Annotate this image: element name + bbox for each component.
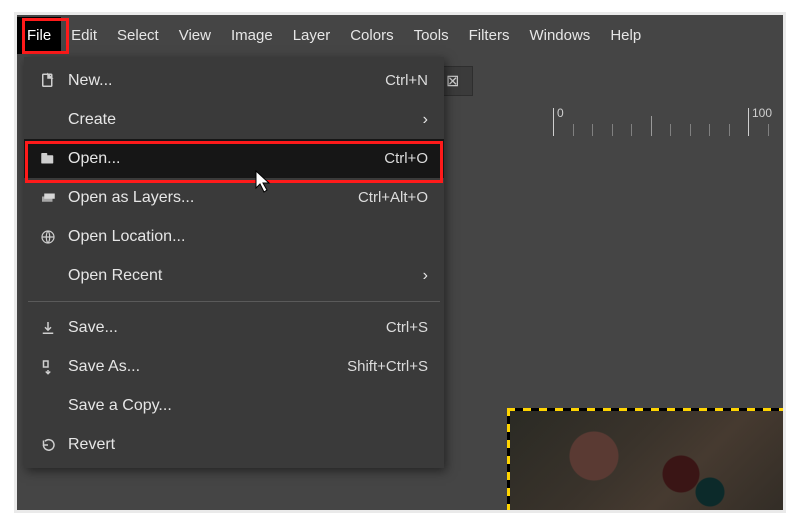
menu-item-label: New... <box>68 72 112 90</box>
menu-help[interactable]: Help <box>600 17 651 54</box>
menu-item-label: Revert <box>68 436 115 454</box>
menu-item-shortcut: Shift+Ctrl+S <box>347 358 428 375</box>
menu-item-save[interactable]: Save... Ctrl+S <box>24 308 444 347</box>
file-new-icon <box>34 72 62 90</box>
menu-file[interactable]: File <box>17 17 61 54</box>
submenu-arrow-icon: › <box>410 111 428 129</box>
menu-item-new[interactable]: New... Ctrl+N <box>24 61 444 100</box>
menu-item-label: Open... <box>68 150 120 168</box>
menu-item-open-location[interactable]: Open Location... <box>24 217 444 256</box>
menu-view[interactable]: View <box>169 17 221 54</box>
menu-select[interactable]: Select <box>107 17 169 54</box>
menu-item-save-copy[interactable]: Save a Copy... <box>24 386 444 425</box>
revert-icon <box>34 436 62 454</box>
menu-item-label: Save... <box>68 319 118 337</box>
menu-item-open-recent[interactable]: Open Recent › <box>24 256 444 295</box>
menu-image[interactable]: Image <box>221 17 283 54</box>
menu-item-label: Open Location... <box>68 228 185 246</box>
menu-item-label: Open Recent <box>68 267 162 285</box>
horizontal-ruler: 0 100 <box>472 108 783 136</box>
menu-item-shortcut: Ctrl+Alt+O <box>358 189 428 206</box>
menu-item-label: Open as Layers... <box>68 189 194 207</box>
menu-item-shortcut: Ctrl+S <box>386 319 428 336</box>
close-icon: ⊠ <box>446 71 459 91</box>
menu-tools[interactable]: Tools <box>404 17 459 54</box>
menubar: File Edit Select View Image Layer Colors… <box>17 15 783 55</box>
menu-layer[interactable]: Layer <box>283 17 341 54</box>
file-menu-dropdown: New... Ctrl+N Create › Open... Ctrl+O Op… <box>24 57 444 468</box>
save-icon <box>34 319 62 337</box>
menu-item-label: Save As... <box>68 358 140 376</box>
menu-item-open-as-layers[interactable]: Open as Layers... Ctrl+Alt+O <box>24 178 444 217</box>
menu-windows[interactable]: Windows <box>519 17 600 54</box>
canvas-image <box>507 408 786 513</box>
menu-colors[interactable]: Colors <box>340 17 403 54</box>
menu-filters[interactable]: Filters <box>459 17 520 54</box>
layers-icon <box>34 189 62 207</box>
menu-item-create[interactable]: Create › <box>24 100 444 139</box>
menu-item-revert[interactable]: Revert <box>24 425 444 464</box>
ruler-tick-label: 100 <box>752 106 772 120</box>
menu-item-label: Save a Copy... <box>68 397 172 415</box>
menu-item-shortcut: Ctrl+N <box>385 72 428 89</box>
canvas-area[interactable] <box>472 136 783 510</box>
folder-open-icon <box>34 150 62 168</box>
submenu-arrow-icon: › <box>410 267 428 285</box>
menu-item-label: Create <box>68 111 116 129</box>
menu-item-open[interactable]: Open... Ctrl+O <box>24 139 444 178</box>
menu-edit[interactable]: Edit <box>61 17 107 54</box>
ruler-tick-label: 0 <box>557 106 564 120</box>
menu-item-shortcut: Ctrl+O <box>384 150 428 167</box>
globe-icon <box>34 228 62 246</box>
save-as-icon <box>34 358 62 376</box>
menu-item-save-as[interactable]: Save As... Shift+Ctrl+S <box>24 347 444 386</box>
app-window: File Edit Select View Image Layer Colors… <box>14 12 786 513</box>
menu-separator <box>28 301 440 302</box>
